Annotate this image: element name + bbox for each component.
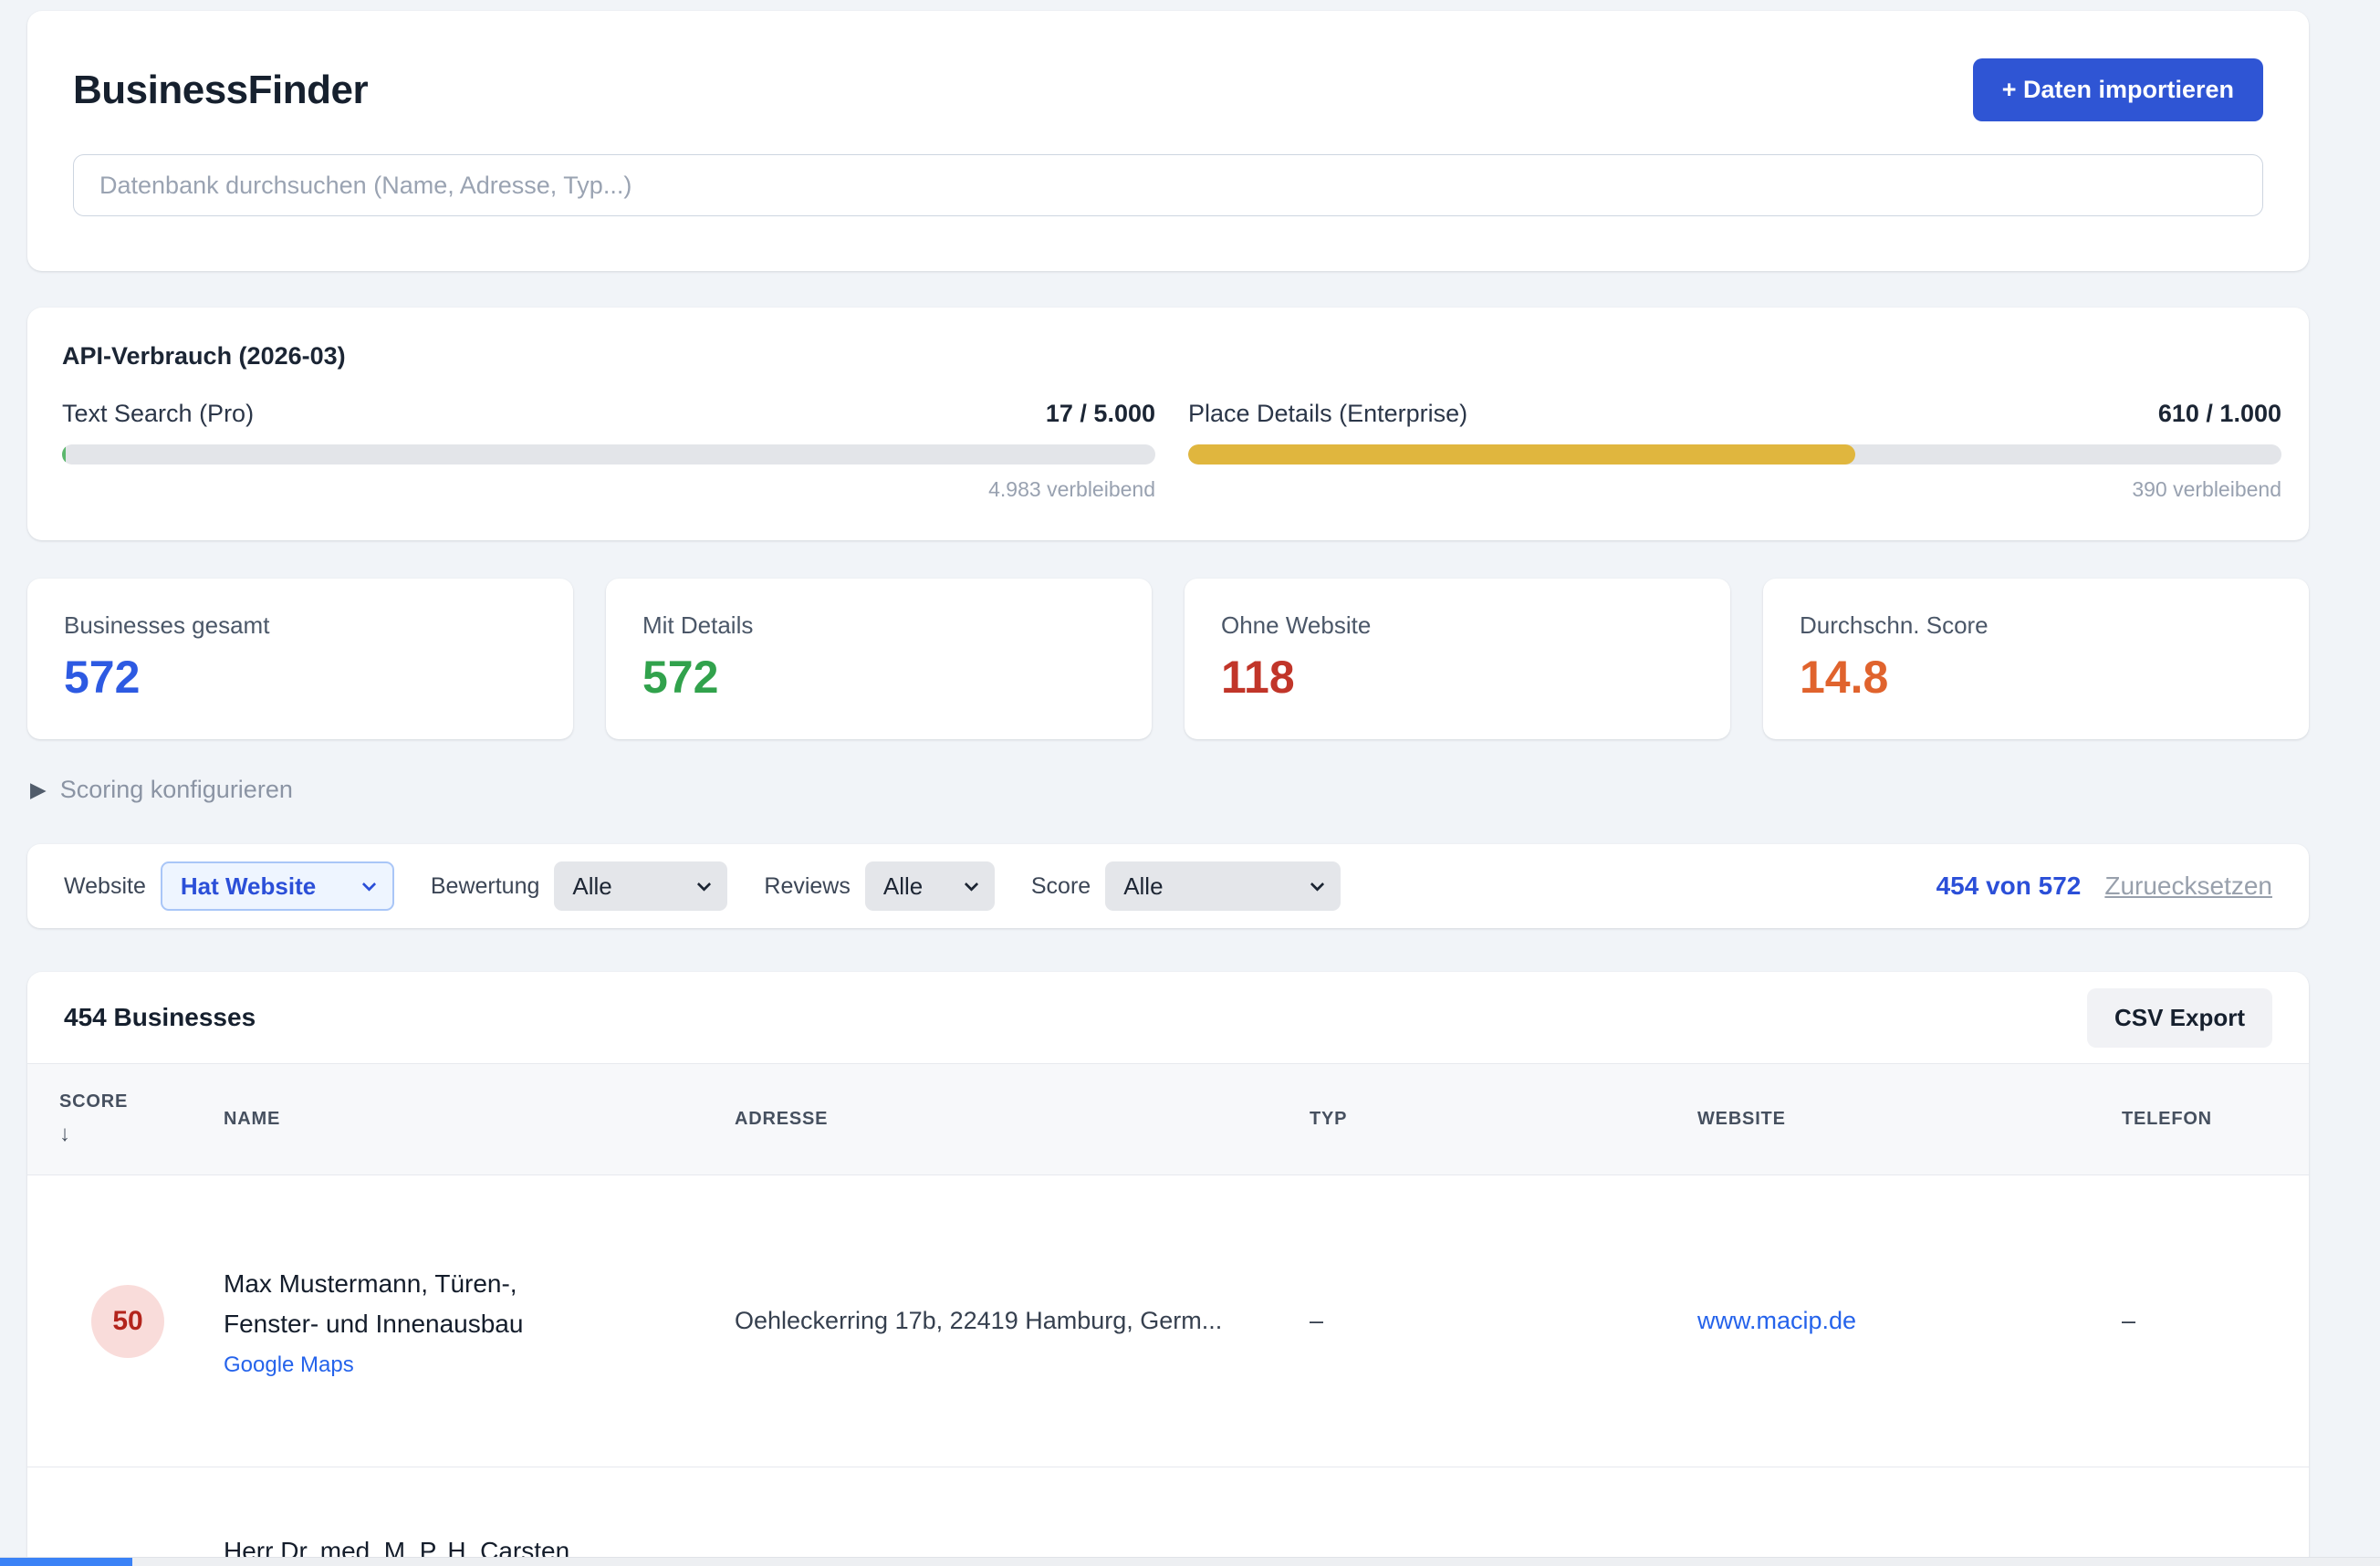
header-top: BusinessFinder + Daten importieren	[73, 58, 2263, 121]
table-row: 50 Max Mustermann, Türen-, Fenster- und …	[27, 1175, 2309, 1467]
bewertung-filter-select[interactable]: Alle	[554, 861, 727, 911]
filter-label-score: Score	[1031, 873, 1091, 900]
progress-track	[62, 444, 1155, 465]
filter-reset-link[interactable]: Zuruecksetzen	[2104, 872, 2272, 901]
stat-value: 14.8	[1800, 652, 2272, 703]
meter-usage: 17 / 5.000	[1046, 400, 1155, 428]
stat-value: 572	[64, 652, 537, 703]
bewertung-filter-value: Alle	[572, 872, 611, 901]
api-usage-grid: Text Search (Pro) 17 / 5.000 4.983 verbl…	[62, 400, 2281, 502]
address-cell: Oehleckerring 17b, 22419 Hamburg, Germ..…	[707, 1307, 1282, 1335]
business-name: Max Mustermann, Türen-, Fenster- und Inn…	[224, 1264, 707, 1343]
column-header-score[interactable]: SCORE ↓	[59, 1091, 196, 1147]
table-column-header-row: SCORE ↓ NAME ADRESSE TYP WEBSITE TELEFON	[27, 1063, 2309, 1175]
chevron-down-icon	[1310, 877, 1325, 892]
expand-triangle-icon: ▶	[30, 778, 47, 802]
chevron-down-icon	[965, 877, 979, 892]
meter-name: Place Details (Enterprise)	[1188, 400, 1467, 428]
results-table-card: 454 Businesses CSV Export SCORE ↓ NAME A…	[27, 972, 2309, 1566]
website-cell: www.macip.de	[1670, 1307, 2094, 1335]
telefon-cell	[2094, 1467, 2309, 1531]
filter-label-bewertung: Bewertung	[431, 873, 540, 900]
typ-cell	[1282, 1467, 1670, 1531]
header-card: BusinessFinder + Daten importieren	[27, 11, 2309, 271]
score-filter-value: Alle	[1123, 872, 1163, 901]
stat-label: Durchschn. Score	[1800, 611, 2272, 640]
stat-card-with-details: Mit Details 572	[606, 579, 1152, 739]
table-row: Herr Dr. med. M. P. H. Carsten	[27, 1467, 2309, 1566]
column-header-website[interactable]: WEBSITE	[1670, 1109, 2094, 1130]
filter-label-website: Website	[64, 873, 146, 900]
column-header-typ[interactable]: TYP	[1282, 1109, 1670, 1130]
table-header-bar: 454 Businesses CSV Export	[27, 972, 2309, 1063]
google-maps-link[interactable]: Google Maps	[224, 1352, 354, 1378]
sort-desc-icon: ↓	[59, 1122, 196, 1147]
stats-row: Businesses gesamt 572 Mit Details 572 Oh…	[27, 579, 2309, 739]
search-input[interactable]	[73, 154, 2263, 216]
score-cell: 50	[59, 1285, 196, 1358]
meter-name: Text Search (Pro)	[62, 400, 254, 428]
meter-usage: 610 / 1.000	[2158, 400, 2281, 428]
progress-track	[1188, 444, 2281, 465]
reviews-filter-select[interactable]: Alle	[865, 861, 995, 911]
stat-card-avg-score: Durchschn. Score 14.8	[1763, 579, 2309, 739]
filter-bar: Website Hat Website Bewertung Alle Revie…	[27, 844, 2309, 928]
typ-cell: –	[1282, 1307, 1670, 1335]
website-filter-select[interactable]: Hat Website	[161, 861, 394, 911]
stat-card-no-website: Ohne Website 118	[1185, 579, 1730, 739]
table-title: 454 Businesses	[64, 1003, 256, 1032]
api-meter-text-search: Text Search (Pro) 17 / 5.000 4.983 verbl…	[62, 400, 1155, 502]
api-usage-title: API-Verbrauch (2026-03)	[62, 342, 2281, 371]
address-cell	[707, 1467, 1282, 1531]
stat-value: 118	[1221, 652, 1694, 703]
score-badge: 50	[91, 1285, 164, 1358]
website-cell	[1670, 1467, 2094, 1531]
chevron-down-icon	[697, 877, 712, 892]
column-header-telefon[interactable]: TELEFON	[2094, 1109, 2309, 1130]
horizontal-scrollbar-track[interactable]	[0, 1557, 2380, 1566]
telefon-cell: –	[2094, 1307, 2309, 1335]
score-cell	[59, 1467, 196, 1566]
csv-export-button[interactable]: CSV Export	[2087, 988, 2272, 1048]
filter-label-reviews: Reviews	[764, 873, 850, 900]
meter-remaining: 4.983 verbleibend	[62, 477, 1155, 502]
name-cell: Max Mustermann, Türen-, Fenster- und Inn…	[196, 1264, 707, 1378]
import-data-button[interactable]: + Daten importieren	[1973, 58, 2263, 121]
scoring-configure-label: Scoring konfigurieren	[60, 776, 293, 804]
name-cell: Herr Dr. med. M. P. H. Carsten	[196, 1467, 707, 1566]
stat-card-total: Businesses gesamt 572	[27, 579, 573, 739]
stat-value: 572	[642, 652, 1115, 703]
reviews-filter-value: Alle	[883, 872, 923, 901]
api-usage-card: API-Verbrauch (2026-03) Text Search (Pro…	[27, 308, 2309, 540]
meter-remaining: 390 verbleibend	[1188, 477, 2281, 502]
page-title: BusinessFinder	[73, 68, 368, 113]
column-header-name[interactable]: NAME	[196, 1109, 707, 1130]
score-filter-select[interactable]: Alle	[1105, 861, 1341, 911]
page-container: BusinessFinder + Daten importieren API-V…	[0, 0, 2309, 1566]
horizontal-scrollbar-thumb[interactable]	[0, 1558, 132, 1566]
filter-result-count: 454 von 572	[1936, 872, 2082, 901]
progress-fill	[1188, 444, 1855, 465]
website-link[interactable]: www.macip.de	[1697, 1307, 1856, 1334]
chevron-down-icon	[362, 877, 377, 892]
stat-label: Mit Details	[642, 611, 1115, 640]
stat-label: Businesses gesamt	[64, 611, 537, 640]
website-filter-value: Hat Website	[181, 872, 316, 901]
api-meter-place-details: Place Details (Enterprise) 610 / 1.000 3…	[1188, 400, 2281, 502]
progress-fill	[62, 444, 66, 465]
column-header-adresse[interactable]: ADRESSE	[707, 1109, 1282, 1130]
scoring-configure-toggle[interactable]: ▶ Scoring konfigurieren	[30, 776, 2309, 804]
stat-label: Ohne Website	[1221, 611, 1694, 640]
